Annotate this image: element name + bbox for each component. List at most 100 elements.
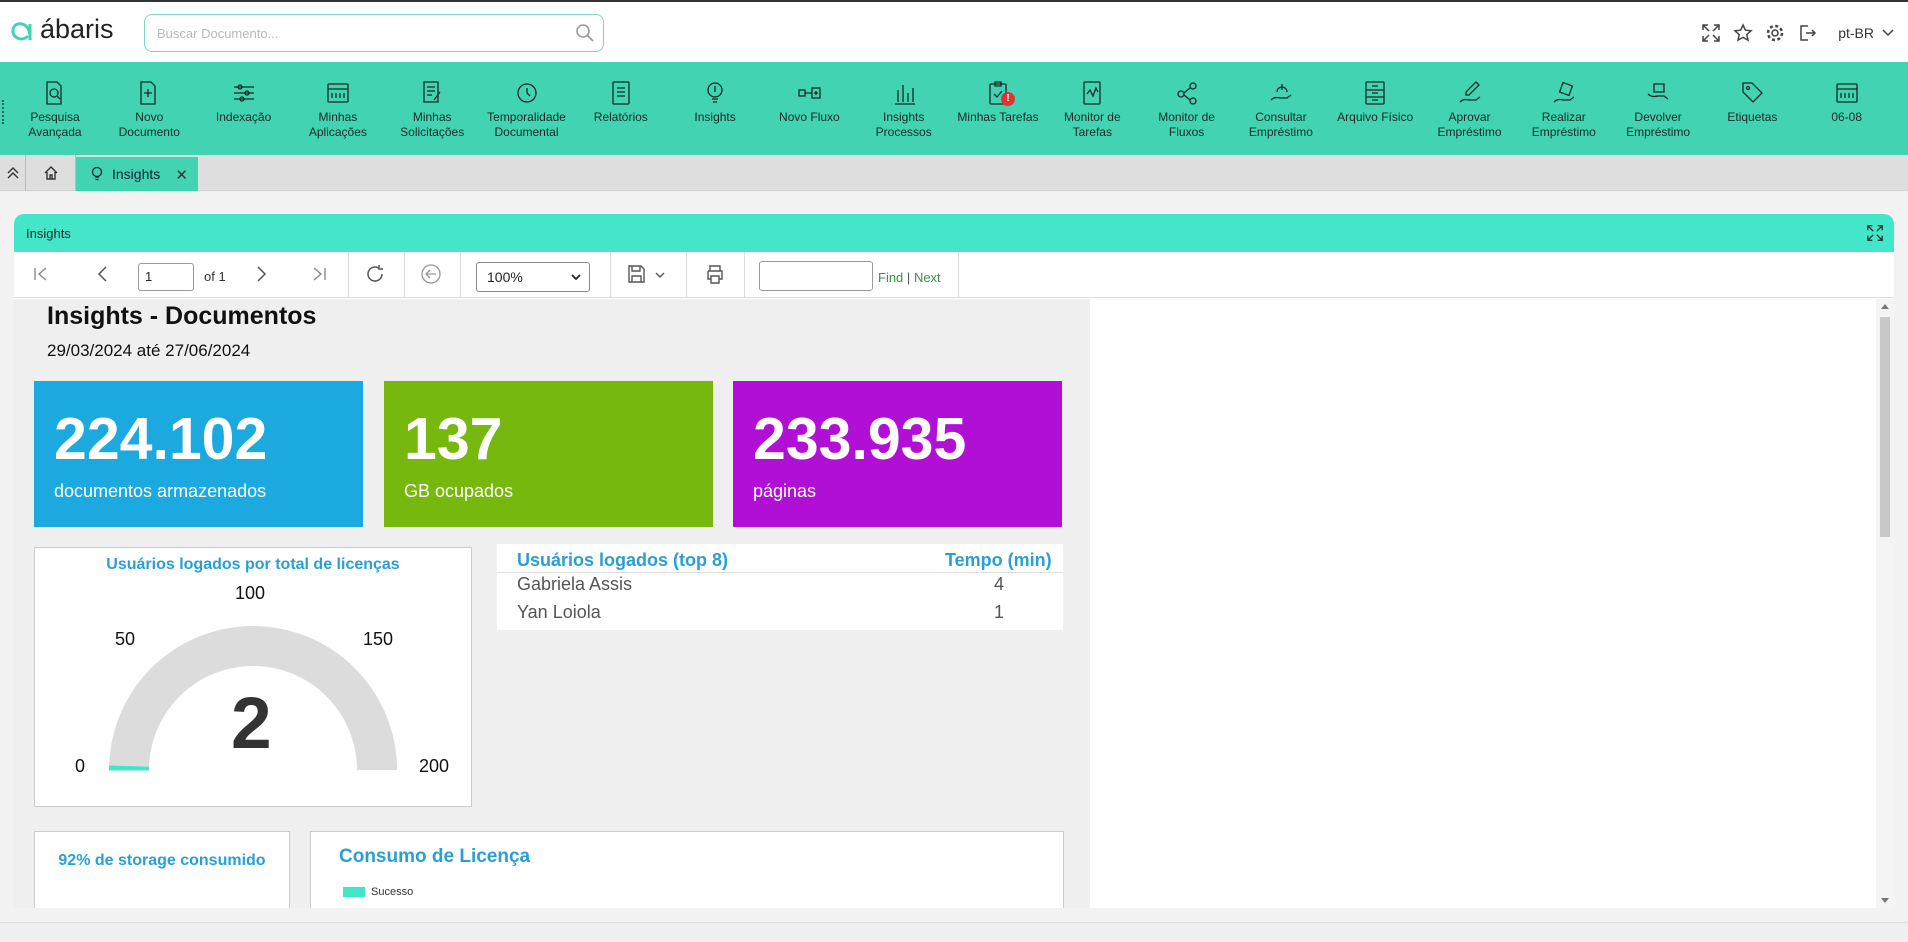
archive-icon bbox=[1328, 78, 1422, 106]
toolbar-item-relat-rios[interactable]: Relatórios bbox=[574, 78, 668, 125]
toolbar-item-novo-fluxo[interactable]: Novo Fluxo bbox=[762, 78, 856, 125]
print-button[interactable] bbox=[704, 263, 726, 290]
back-button[interactable] bbox=[420, 263, 442, 290]
logo-text: ábaris bbox=[40, 14, 114, 44]
search-input[interactable] bbox=[145, 15, 565, 51]
toolbar-item-label: Relatórios bbox=[593, 110, 648, 124]
toolbar-item-realizar-empr-stimo[interactable]: Realizar Empréstimo bbox=[1517, 78, 1611, 140]
storage-title: 92% de storage consumido bbox=[58, 852, 266, 869]
user-time: 1 bbox=[994, 602, 1005, 622]
toolbar-item-label-line2: Empréstimo bbox=[1531, 125, 1596, 139]
report-area: Insights - Documentos 29/03/2024 até 27/… bbox=[14, 299, 1894, 908]
expand-icon[interactable] bbox=[1866, 224, 1884, 245]
gear-icon[interactable] bbox=[1764, 22, 1786, 44]
flow-icon bbox=[762, 78, 856, 106]
table-row: Gabriela Assis 4 bbox=[497, 574, 1063, 602]
first-page-button[interactable] bbox=[32, 264, 50, 289]
report-scrollbar[interactable] bbox=[1876, 299, 1894, 908]
chevron-left-icon bbox=[97, 266, 107, 282]
logo[interactable]: ábaris bbox=[8, 14, 114, 45]
home-icon bbox=[44, 166, 57, 180]
kpi-value: 233.935 bbox=[753, 406, 967, 472]
fullscreen-icon[interactable] bbox=[1700, 22, 1722, 44]
export-button[interactable] bbox=[626, 263, 670, 290]
toolbar-item-aprovar-empr-stimo[interactable]: Aprovar Empréstimo bbox=[1423, 78, 1517, 140]
user-name: Gabriela Assis bbox=[517, 574, 633, 594]
toolbar-item-monitor-de-fluxos[interactable]: Monitor de Fluxos bbox=[1140, 78, 1234, 140]
gauge-card: Usuários logados por total de licenças 0… bbox=[34, 547, 472, 807]
col-time-header: Tempo (min) bbox=[945, 550, 1052, 570]
toolbar-item-label-line2: Processos bbox=[875, 125, 932, 139]
kpi-label: documentos armazenados bbox=[54, 481, 267, 501]
next-link[interactable]: Next bbox=[914, 270, 941, 285]
toolbar-item-minhas-aplica-es[interactable]: Minhas Aplicações bbox=[291, 78, 385, 140]
toolbar-item-label: Novo Fluxo bbox=[779, 110, 840, 124]
previous-page-button[interactable] bbox=[94, 264, 112, 289]
first-page-icon bbox=[34, 267, 47, 281]
next-page-button[interactable] bbox=[252, 264, 270, 289]
toolbar-item-arquivo-f-sico[interactable]: Arquivo Físico bbox=[1328, 78, 1422, 125]
toolbar-item-insights[interactable]: Insights bbox=[668, 78, 762, 125]
toolbar-item-novo-documento[interactable]: Novo Documento bbox=[102, 78, 196, 140]
close-tab-icon[interactable]: ✕ bbox=[175, 166, 188, 184]
refresh-button[interactable] bbox=[364, 263, 386, 290]
find-links: Find | Next bbox=[878, 270, 941, 285]
kpi-value: 137 bbox=[404, 406, 503, 472]
scroll-down-icon[interactable] bbox=[1881, 898, 1889, 904]
report-viewer-toolbar: 1 of 1 100% Find | Next bbox=[14, 252, 1894, 298]
star-icon[interactable] bbox=[1732, 22, 1754, 44]
tab-insights[interactable]: Insights ✕ bbox=[76, 157, 198, 191]
language-label: pt-BR bbox=[1838, 25, 1874, 41]
double-chevron-up-icon bbox=[7, 167, 18, 179]
abaris-logo-icon bbox=[11, 21, 32, 40]
zoom-select[interactable]: 100% bbox=[476, 262, 590, 292]
logout-icon[interactable] bbox=[1796, 22, 1818, 44]
toolbar-item-devolver-empr-stimo[interactable]: Devolver Empréstimo bbox=[1611, 78, 1705, 140]
last-page-icon bbox=[313, 267, 326, 281]
clock-icon bbox=[480, 78, 574, 106]
page-number-input[interactable]: 1 bbox=[138, 263, 194, 291]
find-input[interactable] bbox=[759, 261, 873, 291]
zoom-value: 100% bbox=[487, 269, 523, 285]
toolbar-item-consultar-empr-stimo[interactable]: Consultar Empréstimo bbox=[1234, 78, 1328, 140]
scroll-up-icon[interactable] bbox=[1881, 303, 1889, 309]
toolbar-item-temporalidade-documental[interactable]: Temporalidade Documental bbox=[480, 78, 574, 140]
find-separator: | bbox=[906, 270, 911, 285]
back-arrow-icon bbox=[421, 264, 441, 284]
toolbar-item-label: Monitor de bbox=[1063, 110, 1121, 124]
last-page-button[interactable] bbox=[310, 264, 328, 289]
home-tab[interactable] bbox=[26, 155, 76, 191]
toolbar-item-label: Minhas bbox=[412, 110, 452, 124]
search-icon[interactable] bbox=[575, 23, 595, 48]
toolbar-item-etiquetas[interactable]: Etiquetas bbox=[1705, 78, 1799, 125]
kpi-value: 224.102 bbox=[54, 406, 268, 472]
toolbar-item-label: Etiquetas bbox=[1727, 110, 1778, 124]
monitor-tasks-icon bbox=[1045, 78, 1139, 106]
toolbar-item-indexa-o[interactable]: Indexação bbox=[197, 78, 291, 125]
toolbar-item-label: Minhas bbox=[318, 110, 358, 124]
toolbar-divider bbox=[610, 252, 611, 298]
toolbar-item-minhas-tarefas[interactable]: ! Minhas Tarefas bbox=[951, 78, 1045, 125]
save-icon bbox=[628, 265, 665, 283]
users-table: Usuários logados (top 8) Tempo (min) Gab… bbox=[497, 544, 1063, 630]
report-title: Insights - Documentos bbox=[47, 302, 317, 330]
toolbar-item-label-line2: Documental bbox=[494, 125, 559, 139]
toolbar-item-pesquisa-avan-ada[interactable]: Pesquisa Avançada bbox=[8, 78, 102, 140]
find-link[interactable]: Find bbox=[878, 270, 903, 285]
scrollbar-thumb[interactable] bbox=[1880, 317, 1890, 537]
toolbar-item-label: Arquivo Físico bbox=[1337, 110, 1414, 124]
toolbar-item-06-08[interactable]: 06-08 bbox=[1800, 78, 1894, 125]
toolbar-item-insights-processos[interactable]: Insights Processos bbox=[857, 78, 951, 140]
search-box[interactable] bbox=[144, 14, 604, 52]
table-row: Yan Loiola 1 bbox=[497, 602, 1063, 630]
collapse-toolbar-button[interactable] bbox=[0, 155, 26, 191]
toolbar-grip[interactable] bbox=[2, 100, 5, 124]
legend-label: Sucesso bbox=[371, 886, 414, 898]
apps-icon bbox=[291, 78, 385, 106]
toolbar-item-minhas-solicita-es[interactable]: Minhas Solicitações bbox=[385, 78, 479, 140]
language-selector[interactable]: pt-BR bbox=[1838, 25, 1894, 41]
app-window: ábaris pt-BR bbox=[0, 0, 1908, 942]
toolbar-item-monitor-de-tarefas[interactable]: Monitor de Tarefas bbox=[1045, 78, 1139, 140]
chevron-down-icon bbox=[571, 274, 581, 281]
lightbulb-icon bbox=[91, 166, 103, 181]
